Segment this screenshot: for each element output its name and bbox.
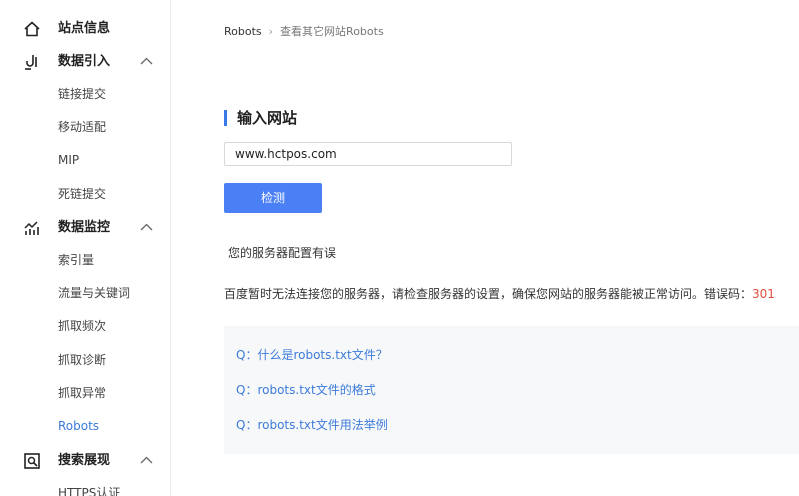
result-status: 您的服务器配置有误 (228, 246, 337, 260)
import-icon (25, 55, 37, 70)
sidebar-item-crawl-errors[interactable]: 抓取异常 (58, 384, 106, 402)
sidebar-item-index-volume[interactable]: 索引量 (58, 251, 94, 269)
section-title: 输入网站 (237, 109, 298, 127)
sidebar-group-data-import[interactable]: 数据引入 (0, 47, 170, 77)
breadcrumb: Robots › 查看其它网站Robots (224, 24, 384, 40)
error-message: 百度暂时无法连接您的服务器，请检查服务器的设置，确保您网站的服务器能被正常访问。… (224, 285, 775, 303)
sidebar-group-label: 站点信息 (58, 21, 111, 36)
main-content: Robots › 查看其它网站Robots 输入网站 检测 您的服务器配置有误 百度… (171, 0, 799, 496)
breadcrumb-current: Robots (224, 25, 262, 38)
sidebar-group-label: 数据监控 (58, 220, 111, 235)
breadcrumb-other-robots-link[interactable]: 查看其它网站Robots (280, 25, 384, 38)
monitor-chart-icon (24, 221, 39, 235)
chevron-up-icon[interactable] (140, 56, 153, 66)
sidebar-item-mobile-adapt[interactable]: 移动适配 (58, 118, 106, 136)
sidebar-group-label: 搜索展现 (58, 453, 111, 468)
sidebar-item-crawl-frequency[interactable]: 抓取频次 (58, 317, 106, 335)
detect-button[interactable]: 检测 (224, 183, 322, 213)
sidebar-group-label: 数据引入 (58, 54, 111, 69)
faq-link-what-is-robots[interactable]: Q：什么是robots.txt文件？ (236, 346, 388, 364)
chevron-up-icon[interactable] (140, 455, 153, 465)
faq-link-robots-examples[interactable]: Q：robots.txt文件用法举例 (236, 416, 388, 434)
url-input[interactable] (224, 142, 512, 166)
sidebar-group-data-monitor[interactable]: 数据监控 (0, 213, 170, 243)
sidebar-group-search-display[interactable]: 搜索展现 (0, 446, 170, 476)
sidebar-item-dead-link[interactable]: 死链提交 (58, 185, 106, 203)
sidebar-item-robots[interactable]: Robots (58, 417, 99, 435)
error-message-text: 百度暂时无法连接您的服务器，请检查服务器的设置，确保您网站的服务器能被正常访问。… (224, 287, 753, 301)
title-accent-bar (224, 110, 227, 126)
sidebar: 站点信息 数据引入 链接提交 移动适配 MIP 死链提交 数据监控 索引量 流量… (0, 0, 171, 496)
faq-panel: Q：什么是robots.txt文件？ Q：robots.txt文件的格式 Q：r… (224, 326, 799, 454)
home-icon (24, 21, 40, 37)
sidebar-item-mip[interactable]: MIP (58, 151, 79, 169)
sidebar-item-crawl-diagnosis[interactable]: 抓取诊断 (58, 351, 106, 369)
breadcrumb-separator-icon: › (268, 25, 274, 38)
faq-link-robots-format[interactable]: Q：robots.txt文件的格式 (236, 381, 376, 399)
sidebar-group-site-info[interactable]: 站点信息 (0, 14, 170, 44)
search-display-icon (24, 453, 40, 469)
error-code: 301 (752, 287, 775, 301)
chevron-up-icon[interactable] (140, 222, 153, 232)
sidebar-item-link-submit[interactable]: 链接提交 (58, 85, 106, 103)
sidebar-item-traffic-keywords[interactable]: 流量与关键词 (58, 284, 130, 302)
sidebar-item-https[interactable]: HTTPS认证 (58, 484, 120, 496)
